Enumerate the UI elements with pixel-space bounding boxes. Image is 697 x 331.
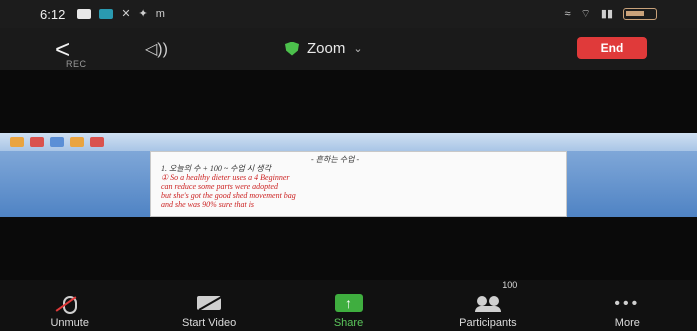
meeting-top-bar: < ◁)) Zoom ⌄ End	[0, 28, 697, 70]
wifi-icon: ⌔	[580, 8, 591, 20]
document-line: ① So a healthy dieter uses a 4 Beginner	[161, 173, 290, 182]
notification-icons: ✕ ✦ m	[77, 8, 165, 20]
status-time: 6:12	[40, 6, 66, 22]
meeting-info-dropdown[interactable]: Zoom ⌄	[285, 40, 363, 57]
shared-document-page: - 흔하는 수업 - 1. 오늘의 수 + 100 ~ 수업 시 생각 ① So…	[150, 151, 567, 217]
pen-icon	[30, 137, 44, 147]
start-video-button[interactable]: Start Video	[139, 280, 278, 331]
participants-button[interactable]: 100 Participants	[418, 280, 557, 331]
participants-icon	[474, 296, 501, 312]
battery-icon	[623, 8, 657, 20]
muted-mic-icon	[55, 296, 82, 314]
end-meeting-button[interactable]: End	[577, 37, 647, 59]
document-line: but she's got the good shed movement bag	[161, 191, 296, 200]
participants-label: Participants	[459, 317, 517, 329]
status-bar: 6:12 ✕ ✦ m ≈ ⌔ ▮▮	[0, 0, 697, 28]
shared-app-toolbar	[0, 133, 697, 151]
share-screen-icon: ↑	[334, 294, 363, 312]
speaker-toggle-button[interactable]: ◁))	[145, 39, 168, 59]
message-icon: m	[155, 8, 165, 20]
more-button[interactable]: ••• More	[558, 280, 697, 331]
highlighter-icon	[50, 137, 64, 147]
more-label: More	[614, 317, 640, 329]
unmute-label: Unmute	[50, 317, 89, 329]
system-icons: ≈ ⌔ ▮▮	[564, 8, 657, 20]
document-line: 1. 오늘의 수 + 100 ~ 수업 시 생각	[161, 164, 271, 173]
share-button[interactable]: ↑ Share	[279, 280, 418, 331]
recording-indicator: REC	[66, 59, 87, 69]
missed-call-icon: ✕	[121, 8, 131, 20]
more-dots-icon: •••	[614, 295, 641, 312]
shared-background-right	[567, 151, 697, 217]
unmute-button[interactable]: Unmute	[0, 280, 139, 331]
eraser-icon	[70, 137, 84, 147]
video-off-icon	[197, 295, 224, 312]
shield-icon	[285, 41, 299, 56]
start-video-label: Start Video	[181, 317, 237, 329]
shared-screen: - 흔하는 수업 - 1. 오늘의 수 + 100 ~ 수업 시 생각 ① So…	[0, 133, 697, 217]
participants-count: 100	[502, 280, 518, 290]
chevron-down-icon: ⌄	[353, 43, 363, 55]
app-notification-icon	[99, 9, 114, 19]
meeting-controls: Unmute Start Video ↑ Share 100 Participa…	[0, 280, 697, 331]
document-line: can reduce some parts were adopted	[161, 182, 278, 191]
notification-icon	[77, 9, 92, 19]
document-line: and she was 90% sure that is	[161, 200, 255, 209]
bluetooth-icon: ✦	[138, 8, 148, 20]
meeting-title: Zoom	[307, 40, 346, 57]
folder-icon	[10, 137, 24, 147]
share-label: Share	[333, 317, 364, 329]
signal-icon: ▮▮	[600, 8, 613, 20]
shape-icon	[90, 137, 104, 147]
shared-background-left	[0, 151, 150, 217]
document-heading: - 흔하는 수업 -	[311, 155, 360, 164]
vibrate-icon: ≈	[564, 8, 571, 20]
